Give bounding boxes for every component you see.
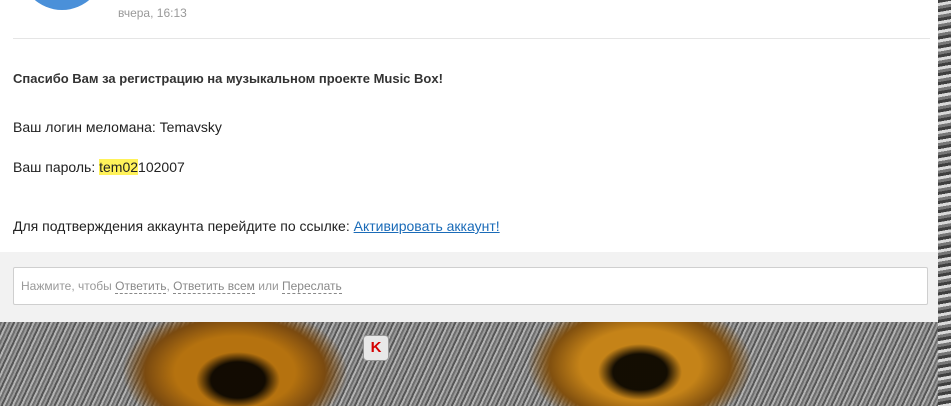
mail-message-panel: вчера, 16:13 Спасибо Вам за регистрацию … <box>0 0 938 322</box>
kaspersky-k-icon[interactable]: K <box>363 335 389 361</box>
header-divider <box>13 38 930 39</box>
sender-avatar[interactable] <box>20 0 104 10</box>
reply-or-text: или <box>254 279 282 293</box>
password-label: Ваш пароль: <box>13 159 100 175</box>
login-label: Ваш логин меломана: <box>13 119 160 135</box>
password-rest: 102007 <box>138 159 185 175</box>
password-line: Ваш пароль: tem02102007 <box>13 159 185 175</box>
message-title: Спасибо Вам за регистрацию на музыкально… <box>13 71 443 86</box>
reply-link[interactable]: Ответить <box>115 279 167 294</box>
message-date: вчера, 16:13 <box>118 6 187 20</box>
reply-prefix: Нажмите, чтобы <box>21 279 116 293</box>
login-value: Temavsky <box>159 119 222 135</box>
reply-all-link[interactable]: Ответить всем <box>173 279 255 294</box>
login-line: Ваш логин меломана: Temavsky <box>13 119 222 135</box>
quick-reply-box[interactable]: Нажмите, чтобы Ответить, Ответить всем и… <box>13 267 928 305</box>
quick-reply-area: Нажмите, чтобы Ответить, Ответить всем и… <box>0 252 938 322</box>
activation-line: Для подтверждения аккаунта перейдите по … <box>13 218 500 234</box>
forward-link[interactable]: Переслать <box>282 279 342 294</box>
activation-text: Для подтверждения аккаунта перейдите по … <box>13 218 354 234</box>
password-highlight: tem02 <box>99 159 139 175</box>
activate-account-link[interactable]: Активировать аккаунт! <box>354 218 500 234</box>
background-edge <box>938 0 951 406</box>
